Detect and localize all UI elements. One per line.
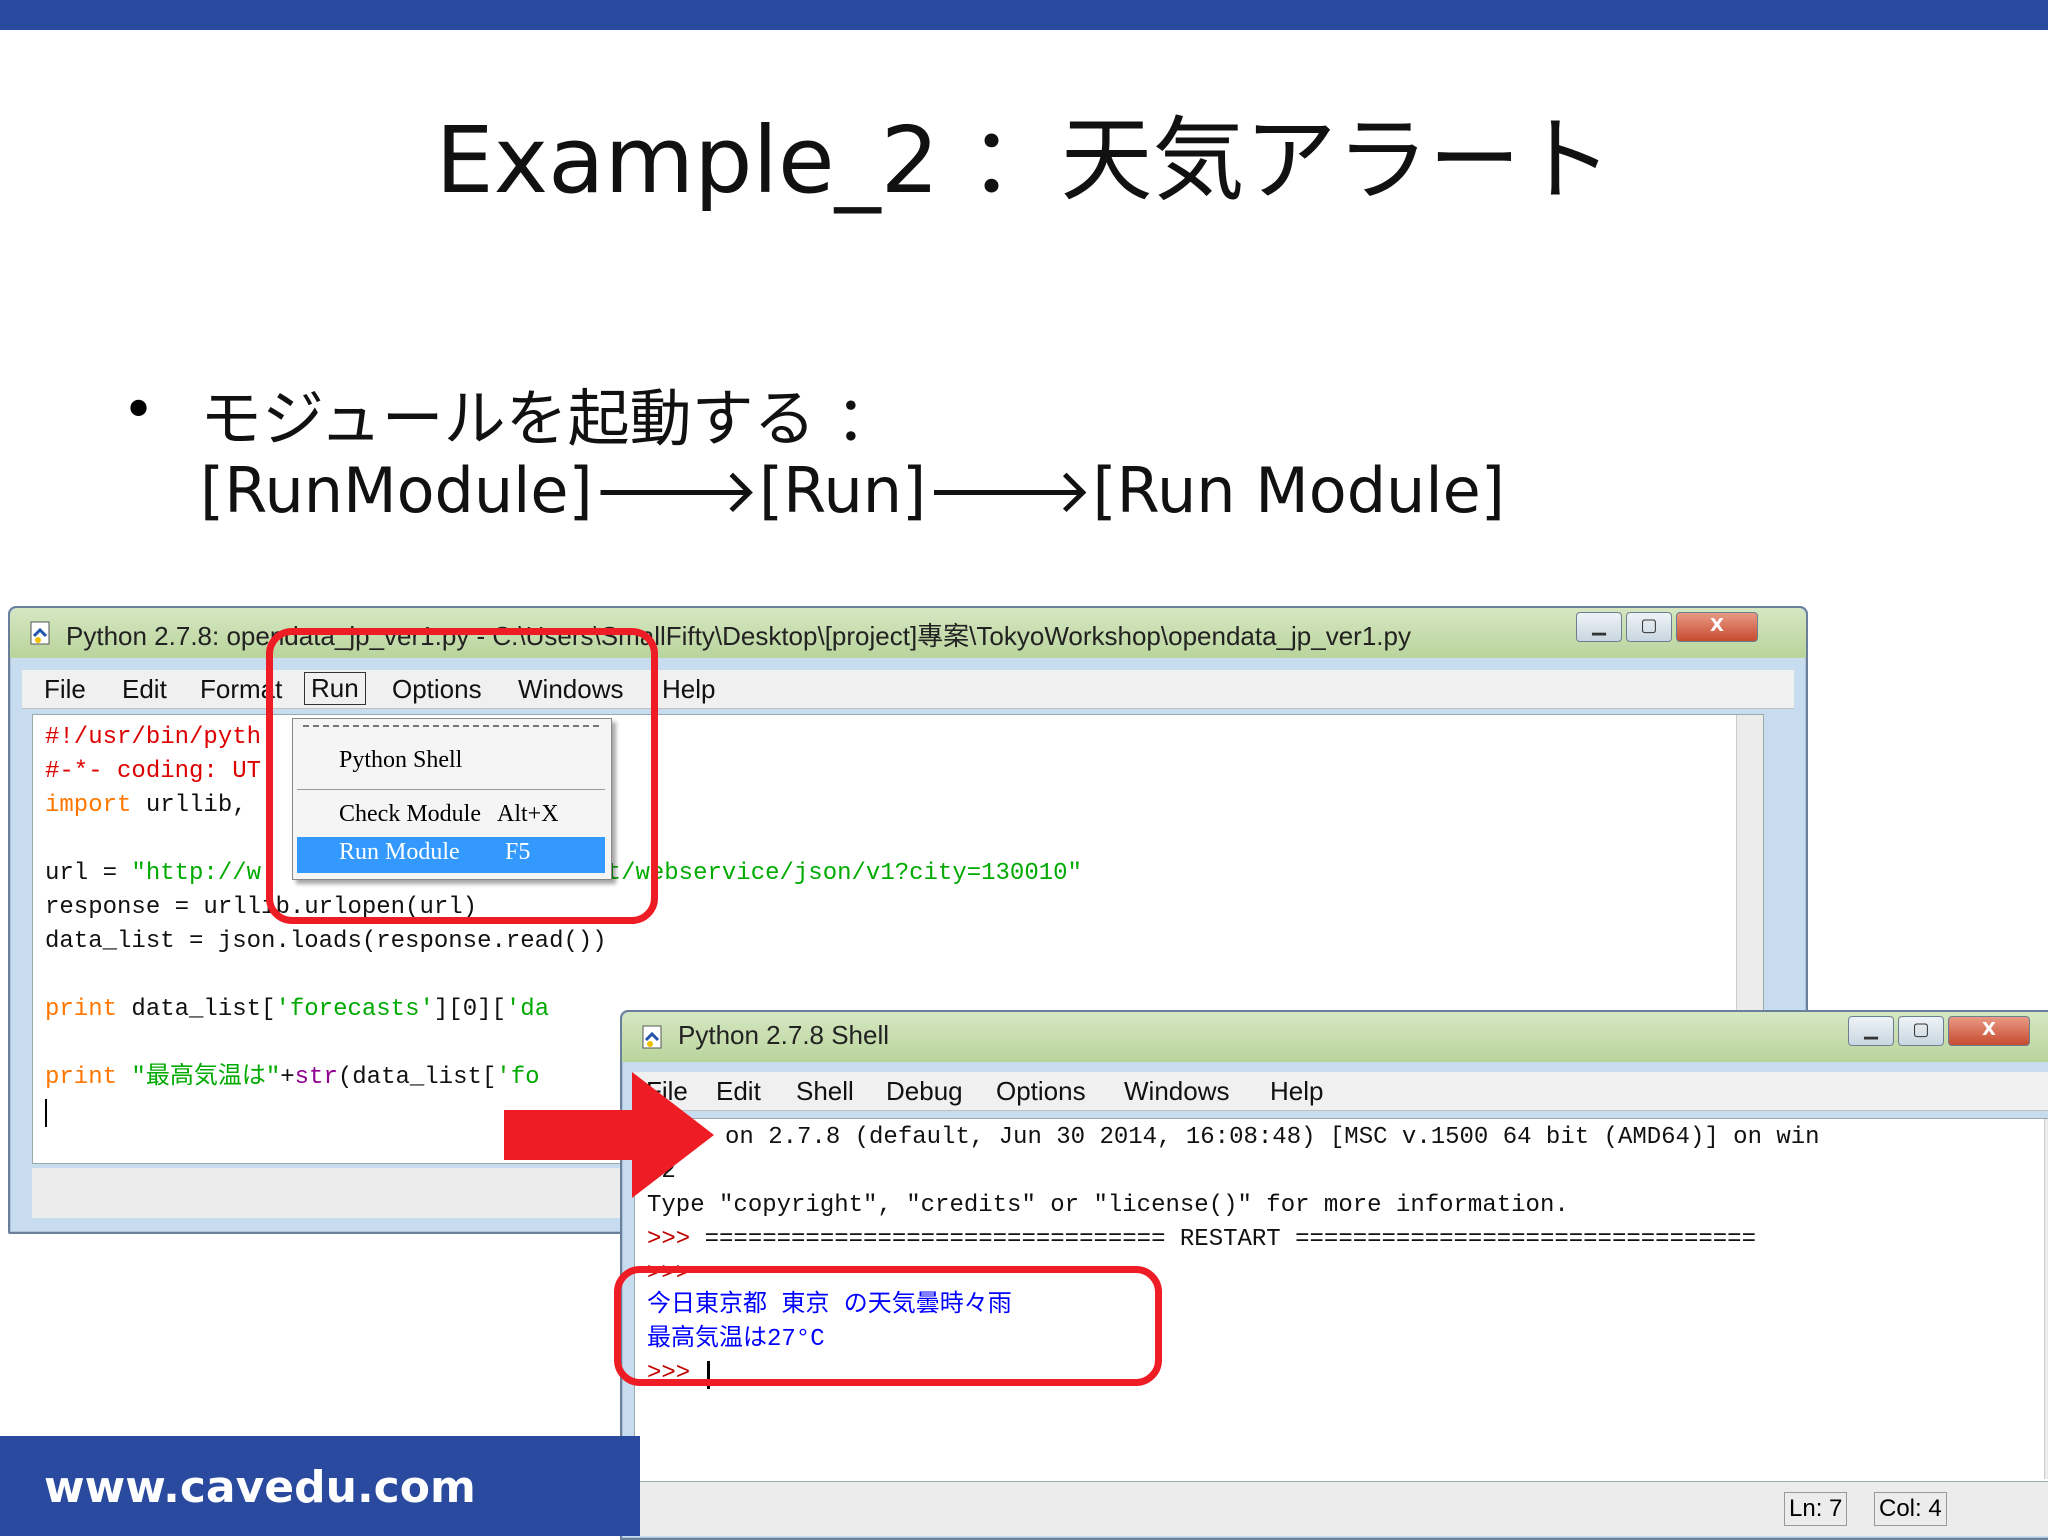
- minimize-button[interactable]: ▁: [1576, 612, 1622, 642]
- code-line-9: print data_list['forecasts'][0]['da: [45, 996, 550, 1023]
- text-cursor: [45, 1099, 47, 1127]
- shell-menu-shell[interactable]: Shell: [796, 1076, 854, 1107]
- menu-help[interactable]: Help: [662, 674, 715, 705]
- code-line-7: data_list = json.loads(response.read()): [45, 928, 607, 955]
- code-line-3: import urllib,: [45, 792, 247, 819]
- shell-line-1: on 2.7.8 (default, Jun 30 2014, 16:08:48…: [725, 1124, 1820, 1151]
- shell-title: Python 2.7.8 Shell: [678, 1020, 890, 1050]
- bullet-line-2: [RunModule]🡒[Run]🡒[Run Module]: [200, 454, 1505, 527]
- menu-file[interactable]: File: [44, 674, 86, 705]
- close-button[interactable]: X: [1676, 612, 1758, 642]
- shell-scrollbar[interactable]: [2044, 1119, 2048, 1479]
- red-arrow-icon: [504, 1072, 714, 1198]
- output-highlight-box: [614, 1266, 1162, 1386]
- code-line-1: #!/usr/bin/pyth: [45, 724, 262, 751]
- maximize-button[interactable]: ▢: [1626, 612, 1672, 642]
- shell-statusbar: Ln: 7 Col: 4: [634, 1482, 2048, 1536]
- bullet-line-1: モジュールを起動する ：: [200, 382, 898, 455]
- bullet-dot: •: [122, 378, 156, 443]
- shell-menu-edit[interactable]: Edit: [716, 1076, 761, 1107]
- shell-menu-help[interactable]: Help: [1270, 1076, 1323, 1107]
- footer-url: www.cavedu.com: [44, 1462, 476, 1513]
- slide-title: Example_2 ：天気アラート: [435, 107, 1613, 214]
- menu-edit[interactable]: Edit: [122, 674, 167, 705]
- shell-menu-debug[interactable]: Debug: [886, 1076, 963, 1107]
- shell-menu-windows[interactable]: Windows: [1124, 1076, 1229, 1107]
- top-accent-bar: [0, 0, 2048, 30]
- shell-menubar: File Edit Shell Debug Options Windows He…: [634, 1072, 2048, 1111]
- shell-minimize-button[interactable]: ▁: [1848, 1016, 1894, 1046]
- shell-close-button[interactable]: X: [1948, 1016, 2030, 1046]
- shell-maximize-button[interactable]: ▢: [1898, 1016, 1944, 1046]
- python-shell-icon: [642, 1025, 662, 1049]
- shell-line-4: >>> ================================ RES…: [647, 1226, 1756, 1253]
- shell-line-3: Type "copyright", "credits" or "license(…: [647, 1192, 1569, 1219]
- shell-menu-options[interactable]: Options: [996, 1076, 1086, 1107]
- python-file-icon: [30, 621, 50, 645]
- status-col: Col: 4: [1874, 1492, 1947, 1526]
- status-line: Ln: 7: [1784, 1492, 1848, 1526]
- code-line-11: print "最高気温は"+str(data_list['fo: [45, 1064, 540, 1091]
- run-menu-highlight-box: [266, 628, 658, 924]
- shell-titlebar[interactable]: Python 2.7.8 Shell ▁ ▢ X: [622, 1012, 2048, 1062]
- code-line-2: #-*- coding: UT: [45, 758, 262, 785]
